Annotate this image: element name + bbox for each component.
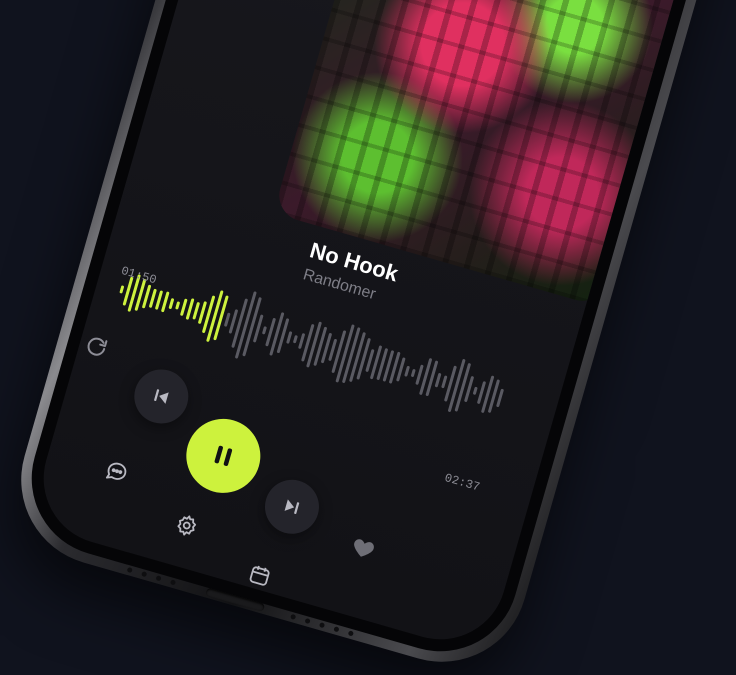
waveform-bar xyxy=(301,324,315,362)
waveform-bar xyxy=(473,386,478,395)
nav-chat[interactable] xyxy=(93,456,137,504)
next-button[interactable] xyxy=(258,473,326,541)
calendar-icon xyxy=(249,565,270,586)
waveform-bar xyxy=(441,375,448,389)
gear-icon xyxy=(177,515,197,536)
waveform-bar xyxy=(434,373,442,388)
like-button[interactable] xyxy=(342,527,384,569)
waveform-bar xyxy=(313,326,327,366)
waveform-bar xyxy=(224,312,231,327)
waveform-bar xyxy=(286,331,293,344)
phone-mockup: No Hook Randomer 01:50 02:37 xyxy=(0,0,736,675)
waveform-bar xyxy=(180,298,188,316)
heart-icon xyxy=(354,539,374,557)
skip-next-icon xyxy=(284,499,300,515)
waveform-bar xyxy=(192,302,200,320)
waveform-bar xyxy=(119,285,124,294)
waveform-bar xyxy=(411,369,416,377)
chat-icon xyxy=(105,462,127,480)
skip-previous-icon xyxy=(154,389,169,404)
waveform-bar xyxy=(419,358,432,395)
pause-icon xyxy=(214,445,233,466)
waveform-bar xyxy=(298,333,305,349)
waveform-bar xyxy=(202,295,215,333)
waveform-bar xyxy=(175,301,180,310)
waveform-bar xyxy=(496,388,504,407)
waveform-bar xyxy=(262,326,267,335)
waveform-bar xyxy=(415,364,424,385)
waveform-bar xyxy=(404,366,410,377)
waveform-bar xyxy=(481,375,495,413)
waveform-bar xyxy=(293,335,298,344)
waveform-bar xyxy=(168,298,174,309)
scene: No Hook Randomer 01:50 02:37 xyxy=(0,0,736,675)
repeat-icon xyxy=(87,337,108,356)
waveform-bar xyxy=(155,290,163,310)
play-pause-button[interactable] xyxy=(177,410,270,502)
total-duration: 02:37 xyxy=(442,471,482,495)
waveform-bar xyxy=(161,291,170,313)
nav-settings[interactable] xyxy=(163,509,207,557)
waveform-bar xyxy=(149,288,157,308)
